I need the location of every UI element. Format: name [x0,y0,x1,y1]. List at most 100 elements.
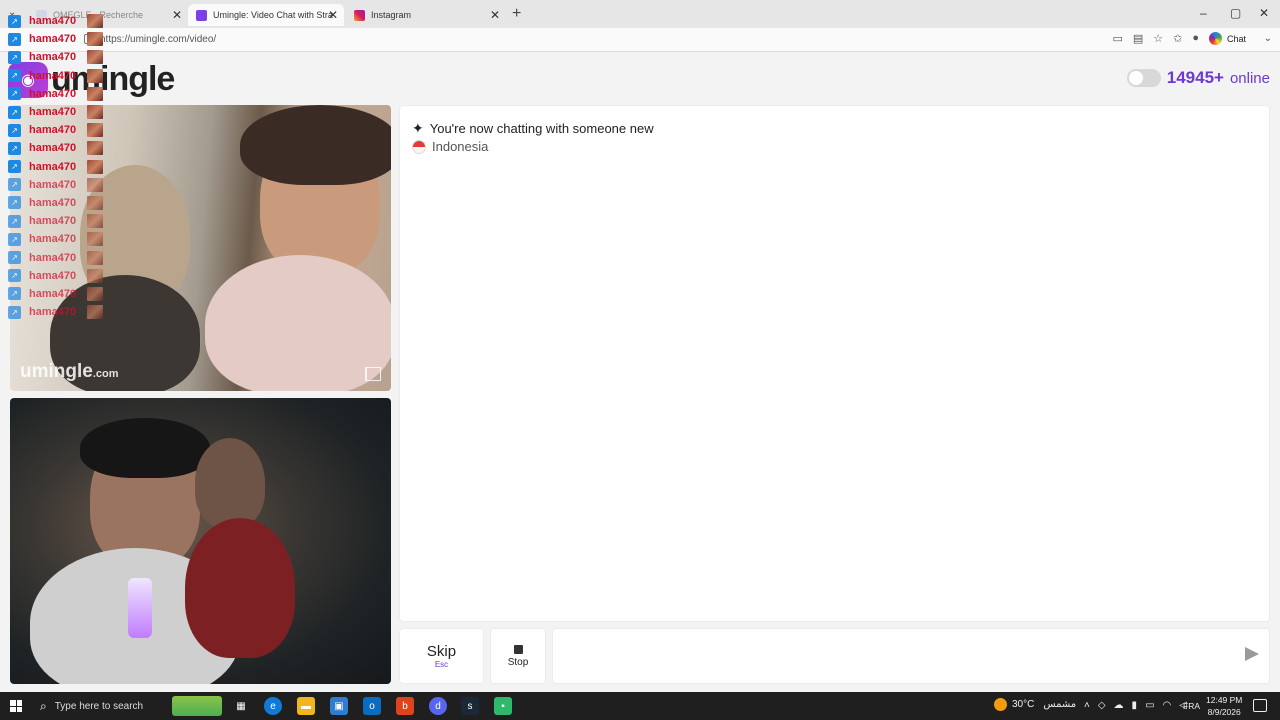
skip-button[interactable]: Skip Esc [399,628,484,684]
close-tab-icon[interactable]: ✕ [172,8,182,22]
browser-tab-strip: ⌄ OMEGLE - Recherche ✕ Umingle: Video Ch… [0,0,1280,28]
close-window-icon[interactable]: ✕ [1259,6,1269,20]
notifications-icon[interactable] [1253,699,1267,712]
tab-title: Umingle: Video Chat with Stra [213,10,333,20]
temperature: 30°C [1012,699,1035,710]
new-tab-icon[interactable]: + [512,5,521,23]
ticker-username: hama470 [29,142,77,155]
steam-icon[interactable]: s [461,697,479,715]
cloud-icon[interactable]: ☁ [1114,700,1124,711]
app-icon[interactable]: ▪ [494,697,512,715]
close-tab-icon[interactable]: ✕ [328,8,338,22]
wifi-icon[interactable]: ◠ [1163,700,1172,711]
video-shirt [205,255,391,391]
ticker-username: hama470 [29,287,77,300]
brave-icon[interactable]: b [396,697,414,715]
video-shirt [185,518,295,658]
user-avatar [87,159,103,174]
address-bar-icons: ▭ ▤ ☆ ✩ ● ⋯ [1112,32,1220,45]
clock[interactable]: 12:49 PM 8/9/2026 [1206,694,1242,718]
stop-button[interactable]: Stop [490,628,546,684]
sparkle-icon: ✦ [412,120,424,136]
ticker-row: ↗ hama470 [8,103,104,121]
send-icon[interactable] [1245,647,1259,661]
network-icon[interactable]: ◇ [1098,700,1106,711]
chat-log: ✦ You're now chatting with someone new I… [399,105,1270,622]
camera-icon[interactable]: ▭ [1112,32,1122,45]
user-avatar [87,68,103,83]
reader-icon[interactable]: ▤ [1133,32,1143,45]
instagram-icon [354,9,365,21]
follow-icon: ↗ [8,14,21,28]
ticker-username: hama470 [29,15,77,28]
stop-icon [513,644,523,654]
user-avatar [87,214,103,229]
maximize-icon[interactable]: ▢ [1230,6,1241,20]
user-avatar [87,305,103,320]
stranger-country: Indonesia [412,139,488,154]
tab-instagram[interactable]: Instagram ✕ [346,4,506,26]
follow-icon: ↗ [8,251,21,265]
chevron-down-icon[interactable]: ⌄ [1264,33,1272,44]
url-field[interactable]: https://umingle.com/video/ [100,34,216,45]
store-icon[interactable]: ▣ [330,697,348,715]
close-tab-icon[interactable]: ✕ [490,8,500,22]
ticker-row: ↗ hama470 [8,30,104,48]
taskbar-search[interactable]: ⌕ Type here to search [32,692,230,720]
user-avatar [87,14,103,29]
search-placeholder: Type here to search [54,700,144,712]
follow-icon: ↗ [8,105,21,119]
chevron-up-icon[interactable]: ˄ [1084,700,1090,711]
follow-icon: ↗ [8,305,21,319]
language-indicator[interactable]: FRA [1183,701,1200,711]
user-avatar [87,250,103,265]
discord-icon[interactable]: d [429,697,447,715]
battery-icon[interactable]: ▭ [1145,700,1154,711]
ticker-username: hama470 [29,124,77,137]
follow-icon: ↗ [8,123,21,137]
follow-icon: ↗ [8,196,21,210]
user-avatar [87,268,103,283]
ticker-username: hama470 [29,233,77,246]
weather-text: مشمس [1043,699,1077,710]
microphone-icon[interactable]: ▮ [1132,700,1138,711]
weather-widget[interactable]: 30°C مشمس [994,698,1076,711]
report-flag-icon[interactable] [365,367,381,381]
ticker-username: hama470 [29,251,77,264]
umingle-watermark: umingle.com [20,361,119,383]
ticker-row: ↗ hama470 [8,267,104,285]
copilot-icon [1208,32,1222,45]
user-avatar [87,123,103,138]
follow-icon: ↗ [8,269,21,283]
mode-toggle[interactable] [1126,69,1161,87]
profile-icon[interactable]: ● [1192,32,1199,45]
online-count: 14945+ [1166,68,1224,87]
ticker-row: ↗ hama470 [8,85,104,103]
video-hair [80,418,210,478]
ticker-row: ↗ hama470 [8,248,104,266]
edge-icon[interactable]: e [264,697,282,715]
tab-umingle[interactable]: Umingle: Video Chat with Stra ✕ [188,4,344,26]
ticker-row: ↗ hama470 [8,121,104,139]
minimize-icon[interactable]: – [1200,6,1207,20]
windows-start-icon[interactable] [10,700,22,712]
favorite-star-icon[interactable]: ☆ [1153,32,1163,45]
copilot-label: Chat [1226,33,1246,44]
ticker-row: ↗ hama470 [8,230,104,248]
ticker-row: ↗ hama470 [8,285,104,303]
message-input[interactable] [552,628,1270,684]
search-icon: ⌕ [40,698,47,713]
user-avatar [87,86,103,101]
copilot-chat-button[interactable]: Chat [1208,32,1246,45]
user-avatar [87,141,103,156]
outlook-icon[interactable]: o [363,697,381,715]
ticker-username: hama470 [29,69,77,82]
task-view-icon[interactable]: ▦ [232,697,250,715]
user-avatar [87,177,103,192]
ticker-row: ↗ hama470 [8,48,104,66]
file-explorer-icon[interactable]: ▬ [297,697,315,715]
favorites-icon[interactable]: ✩ [1173,32,1182,45]
ticker-row: ↗ hama470 [8,194,104,212]
ticker-row: ↗ hama470 [8,303,104,321]
taskbar: ⌕ Type here to search ▦ e ▬ ▣ o b d s ▪ … [0,692,1280,720]
